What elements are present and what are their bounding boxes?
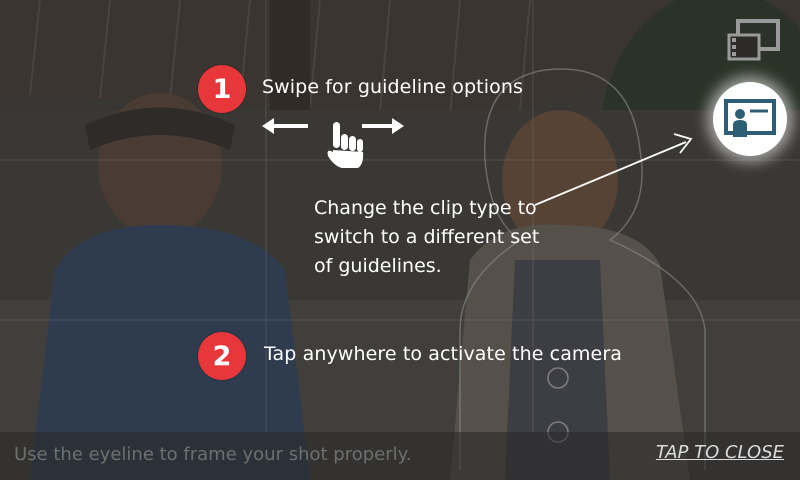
eyeline-hint-text: Use the eyeline to frame your shot prope… [14,444,412,465]
interview-frame-icon [724,99,776,137]
tap-hint-text: Tap anywhere to activate the camera [264,343,622,365]
video-clips-icon [727,19,780,61]
pointer-arrow [534,133,693,206]
interview-mode-button[interactable] [713,82,787,156]
tap-to-close-link[interactable]: TAP TO CLOSE [656,442,784,463]
video-clip-mode-button[interactable] [722,12,786,68]
step-2-badge: 2 [198,332,246,380]
